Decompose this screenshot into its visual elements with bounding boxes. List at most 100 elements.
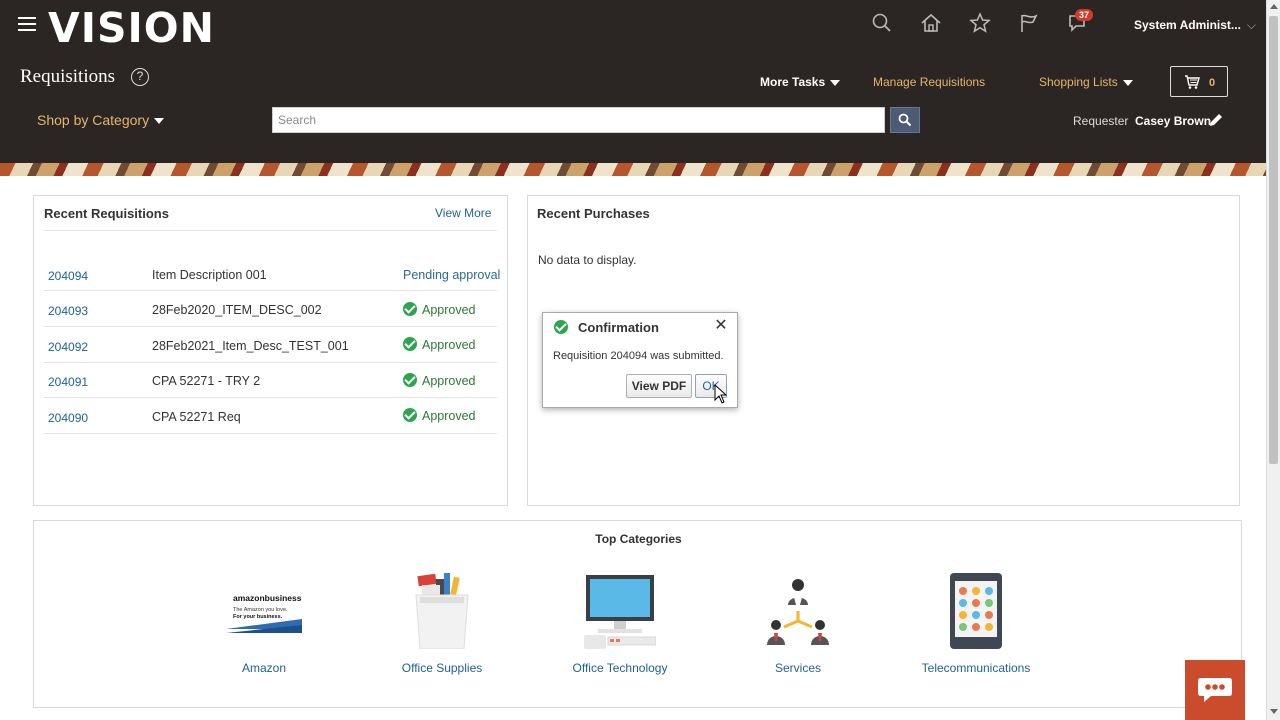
status-badge: Approved [403,302,476,317]
category-label: Amazon [241,661,287,675]
svg-text:The Amazon you love.: The Amazon you love. [233,607,288,613]
status-text: Approved [422,338,476,352]
confirmation-dialog: Confirmation ✕ Requisition 204094 was su… [542,312,738,408]
requisition-link[interactable]: 204094 [48,269,88,283]
people-icon [728,571,868,651]
divider [44,230,497,231]
dialog-title: Confirmation [578,320,659,335]
check-circle-icon [403,337,417,351]
search-icon [898,113,912,127]
tablet-icon [906,571,1046,651]
check-circle-icon [403,408,417,422]
requisition-description: CPA 52271 Req [152,410,241,424]
category-office-technology[interactable]: Office Technology [550,571,690,675]
shopping-lists-menu[interactable]: Shopping Lists [1039,75,1133,89]
user-menu[interactable]: System Administ... ⌵ [1134,18,1256,33]
check-circle-icon [403,373,417,387]
status-badge: Pending approval [403,268,500,282]
requisition-link[interactable]: 204091 [48,375,88,389]
caret-down-icon [154,118,165,125]
close-icon[interactable]: ✕ [714,318,728,334]
view-pdf-button[interactable]: View PDF [626,374,692,398]
page-scrollbar[interactable] [1266,0,1280,720]
cart-button[interactable]: 0 [1170,66,1228,97]
cart-count: 0 [1209,77,1216,89]
requisition-description: 28Feb2021_Item_Desc_TEST_001 [152,339,349,353]
search-input[interactable] [272,107,885,133]
svg-text:For your business.: For your business. [233,614,283,620]
home-icon[interactable] [919,11,943,35]
flag-icon[interactable] [1017,11,1041,35]
edit-icon[interactable] [1208,112,1224,128]
category-label: Telecommunications [921,661,1031,675]
amazon-logo: amazonbusiness The Amazon you love. For … [194,571,334,651]
divider [44,326,497,327]
divider [44,433,497,434]
category-label: Services [774,661,821,675]
category-amazon[interactable]: amazonbusiness The Amazon you love. For … [194,571,334,675]
star-icon[interactable] [968,11,992,35]
status-text: Approved [422,409,476,423]
requisition-description: Item Description 001 [152,268,267,282]
check-circle-icon [403,302,417,316]
divider [44,290,497,291]
app-logo[interactable]: VISION [48,4,215,52]
requisition-link[interactable]: 204093 [48,304,88,318]
requisition-description: 28Feb2020_ITEM_DESC_002 [152,303,322,317]
header-banner [0,163,1266,176]
shop-by-category-menu[interactable]: Shop by Category [37,112,165,128]
office-supplies-icon [372,571,512,651]
computer-icon [550,571,690,651]
mouse-cursor-icon [714,384,728,404]
category-label: Office Supplies [401,661,483,675]
search-button[interactable] [890,107,920,133]
dialog-message: Requisition 204094 was submitted. [553,350,724,362]
status-badge: Approved [403,337,476,352]
help-icon[interactable]: ? [131,68,149,86]
category-telecommunications[interactable]: Telecommunications [906,571,1046,675]
requisition-link[interactable]: 204092 [48,340,88,354]
notification-badge[interactable]: 37 [1075,9,1094,21]
requisition-description: CPA 52271 - TRY 2 [152,374,261,388]
more-tasks-menu[interactable]: More Tasks [760,75,841,89]
requester-name: Casey Brown [1135,114,1212,128]
divider [44,362,497,363]
status-text: Approved [422,303,476,317]
recent-requisitions-title: Recent Requisitions [44,206,169,221]
cart-icon [1185,75,1200,89]
caret-down-icon [830,79,841,86]
check-circle-icon [554,320,568,334]
empty-state-text: No data to display. [538,253,637,267]
scroll-up-icon[interactable] [1270,4,1278,9]
divider [44,397,497,398]
user-name: System Administ... [1134,18,1241,32]
top-categories-title: Top Categories [595,532,682,546]
category-office-supplies[interactable]: Office Supplies [372,571,512,675]
status-text: Approved [422,374,476,388]
chat-button[interactable] [1185,660,1245,720]
category-label: Office Technology [572,661,668,675]
status-badge: Approved [403,408,476,423]
requester-label: Requester [1073,114,1129,128]
scrollbar-thumb[interactable] [1269,16,1278,464]
recent-purchases-title: Recent Purchases [537,206,650,221]
category-services[interactable]: Services [728,571,868,675]
shopping-lists-label: Shopping Lists [1039,75,1118,89]
hamburger-icon[interactable] [18,17,36,33]
scroll-down-icon[interactable] [1270,709,1278,714]
chat-icon [1198,678,1232,702]
page-title: Requisitions [20,66,116,87]
svg-text:amazonbusiness: amazonbusiness [233,593,302,603]
shop-by-category-label: Shop by Category [37,112,150,128]
status-badge: Approved [403,373,476,388]
status-text: Pending approval [403,268,501,282]
recent-requisitions-panel: Recent Requisitions View More 204094 Ite… [33,195,508,506]
more-tasks-label: More Tasks [760,75,826,89]
top-categories-panel: Top Categories amazonbusiness The Amazon… [33,520,1242,708]
requisition-link[interactable]: 204090 [48,411,88,425]
caret-down-icon [1122,79,1133,86]
search-icon[interactable] [870,11,894,35]
view-more-link[interactable]: View More [435,206,491,220]
manage-requisitions-link[interactable]: Manage Requisitions [873,75,985,89]
global-header: VISION 37 System Administ... ⌵ Requisitio… [0,0,1266,165]
